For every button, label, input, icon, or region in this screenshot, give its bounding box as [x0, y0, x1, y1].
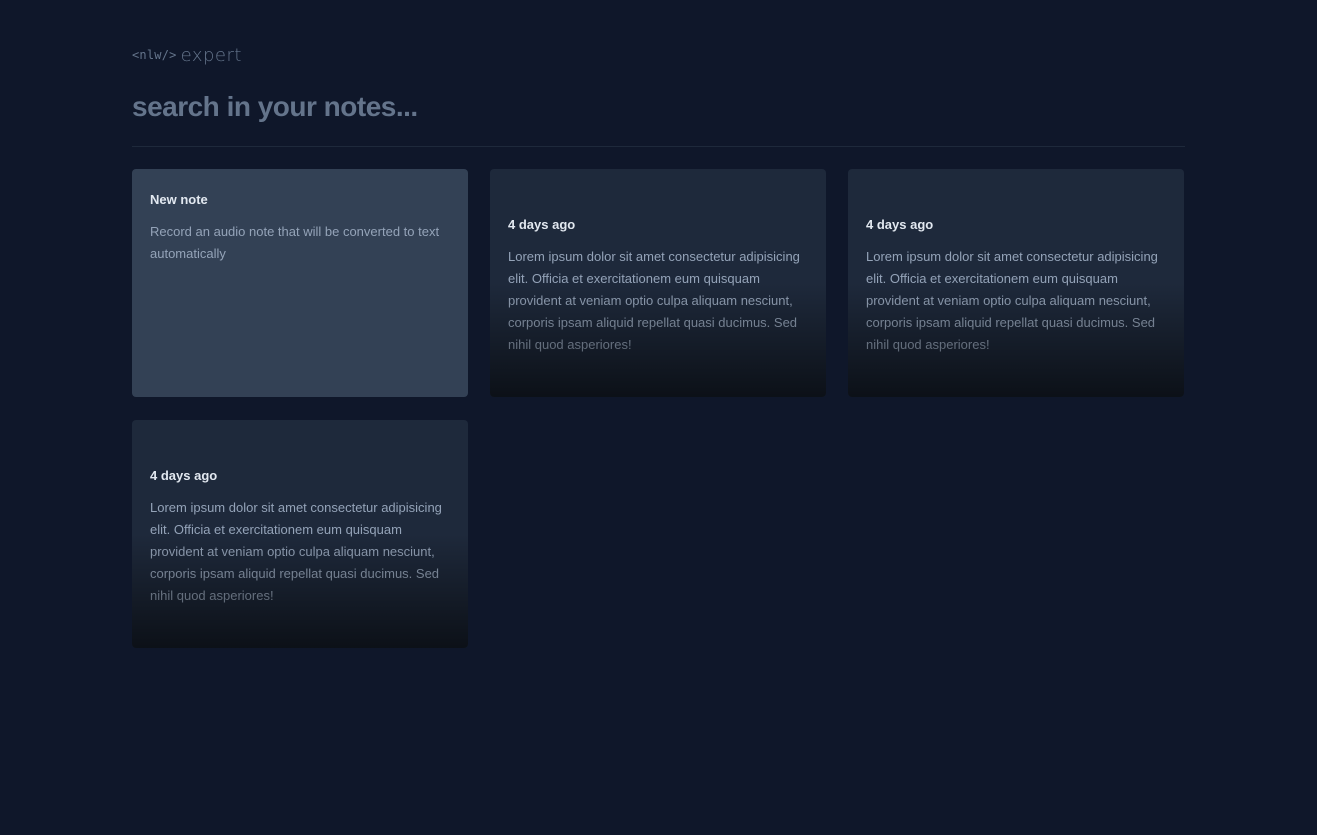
note-content: Lorem ipsum dolor sit amet consectetur a… [866, 249, 1158, 352]
new-note-card[interactable]: New note Record an audio note that will … [132, 169, 468, 397]
search-input[interactable] [132, 88, 1185, 126]
note-date: 4 days ago [508, 217, 576, 232]
note-card[interactable]: 4 days ago Lorem ipsum dolor sit amet co… [848, 169, 1184, 397]
note-content: Lorem ipsum dolor sit amet consectetur a… [150, 500, 442, 603]
app-container: <nlw/> expert New note Record an audio n… [132, 0, 1185, 648]
note-content: Lorem ipsum dolor sit amet consectetur a… [508, 249, 800, 352]
note-date: 4 days ago [150, 468, 218, 483]
new-note-title: New note [150, 192, 208, 207]
logo: <nlw/> expert [132, 44, 1185, 66]
notes-grid: New note Record an audio note that will … [132, 169, 1185, 648]
note-card[interactable]: 4 days ago Lorem ipsum dolor sit amet co… [490, 169, 826, 397]
note-date: 4 days ago [866, 217, 934, 232]
search-form [132, 88, 1185, 126]
logo-wordmark: expert [180, 44, 242, 66]
note-card[interactable]: 4 days ago Lorem ipsum dolor sit amet co… [132, 420, 468, 648]
new-note-description: Record an audio note that will be conver… [150, 224, 440, 261]
divider [132, 146, 1185, 147]
logo-code-mark: <nlw/> [132, 48, 177, 62]
